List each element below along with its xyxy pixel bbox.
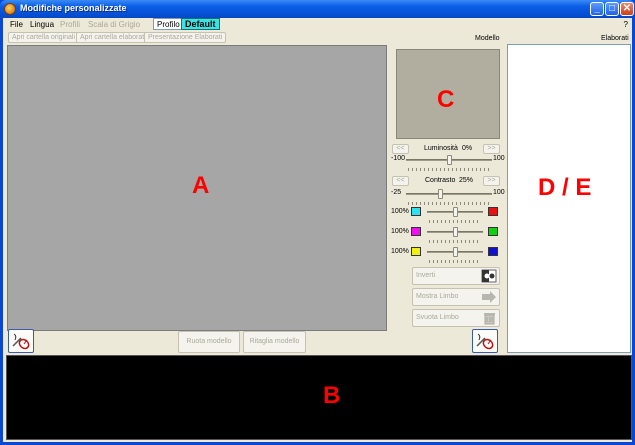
- channel-1-right-swatch: [488, 207, 498, 216]
- arrow-right-icon: [482, 291, 496, 303]
- channel-2-slider[interactable]: [453, 227, 458, 237]
- minimize-button[interactable]: _: [590, 2, 604, 16]
- contrast-label: Contrasto: [425, 177, 456, 184]
- mouse-tool-left-button[interactable]: [8, 329, 34, 353]
- profile-label: Profilo: [153, 18, 184, 30]
- menu-file[interactable]: File: [10, 20, 23, 29]
- profile-value[interactable]: Default: [181, 18, 220, 30]
- app-icon: [4, 3, 16, 15]
- maximize-button[interactable]: □: [605, 2, 619, 16]
- region-label-b: B: [323, 382, 341, 409]
- title-bar[interactable]: Modifiche personalizzate _ □ ✕: [0, 0, 635, 18]
- contrast-min: -25: [391, 189, 402, 196]
- mouse-tool-right-button[interactable]: [472, 329, 498, 353]
- channel-1-value: 100%: [391, 208, 409, 215]
- brightness-min: -100: [391, 155, 406, 162]
- mouse-icon: [476, 333, 494, 350]
- client-area: File Lingua Profili Scala di Grigio Prof…: [3, 18, 632, 442]
- channel-2-left-swatch: [411, 227, 421, 236]
- region-label-c: C: [437, 86, 455, 113]
- brightness-max: 100: [493, 155, 505, 162]
- contrast-increase-button[interactable]: >>: [483, 176, 500, 186]
- contrast-value: 25%: [459, 177, 474, 184]
- invert-icon: [481, 269, 497, 283]
- brightness-decrease-button[interactable]: <<: [392, 144, 409, 154]
- menu-help[interactable]: ?: [624, 20, 628, 29]
- contrast-slider[interactable]: [438, 189, 444, 199]
- channel-3-ticks: [429, 260, 481, 263]
- invert-button-label: Inverti: [416, 272, 436, 279]
- menu-scala-di-grigio[interactable]: Scala di Grigio: [88, 20, 140, 29]
- mouse-icon: [12, 333, 30, 350]
- show-limbo-button-label: Mostra Limbo: [416, 293, 459, 300]
- empty-limbo-button[interactable]: Svuota Limbo: [412, 309, 500, 327]
- output-panel: B: [6, 355, 632, 440]
- channel-3-left-swatch: [411, 247, 421, 256]
- brightness-value: 0%: [462, 145, 473, 152]
- invert-button[interactable]: Inverti: [412, 267, 500, 285]
- menu-profili[interactable]: Profili: [60, 20, 80, 29]
- model-label: Modello: [475, 35, 500, 42]
- brightness-label: Luminosità: [424, 145, 458, 152]
- channel-2-value: 100%: [391, 228, 409, 235]
- channel-3-value: 100%: [391, 248, 409, 255]
- brightness-ticks: [408, 168, 490, 171]
- channel-1-slider[interactable]: [453, 207, 458, 217]
- image-workspace-panel[interactable]: A: [7, 45, 387, 331]
- open-processed-folder-button[interactable]: Apri cartella elaborati: [76, 32, 150, 43]
- show-limbo-button[interactable]: Mostra Limbo: [412, 288, 500, 306]
- channel-1-ticks: [429, 220, 481, 223]
- channel-2-right-swatch: [488, 227, 498, 236]
- contrast-decrease-button[interactable]: <<: [392, 176, 409, 186]
- channel-3-slider[interactable]: [453, 247, 458, 257]
- channel-1-left-swatch: [411, 207, 421, 216]
- rotate-model-button[interactable]: Ruota modello: [178, 331, 240, 353]
- channel-2-ticks: [429, 240, 481, 243]
- brightness-increase-button[interactable]: >>: [483, 144, 500, 154]
- window-title: Modifiche personalizzate: [20, 3, 127, 13]
- model-preview-panel: C: [396, 49, 500, 139]
- channel-3-right-swatch: [488, 247, 498, 256]
- region-label-de: D / E: [538, 174, 592, 201]
- brightness-slider[interactable]: [447, 155, 452, 165]
- trash-icon: [484, 313, 495, 325]
- region-label-a: A: [192, 172, 210, 199]
- close-button[interactable]: ✕: [620, 2, 634, 16]
- crop-model-button[interactable]: Ritaglia modello: [243, 331, 306, 353]
- presentation-button[interactable]: Presentazione Elaborati: [144, 32, 227, 43]
- processed-label: Elaborati: [601, 35, 629, 42]
- application-window: Modifiche personalizzate _ □ ✕ File Ling…: [0, 0, 635, 445]
- contrast-max: 100: [493, 189, 505, 196]
- open-original-folder-button[interactable]: Apri cartella originali: [8, 32, 80, 43]
- empty-limbo-button-label: Svuota Limbo: [416, 314, 459, 321]
- contrast-ticks: [408, 202, 490, 205]
- contrast-track: [406, 193, 492, 195]
- menu-bar: File Lingua Profili Scala di Grigio Prof…: [3, 18, 632, 31]
- menu-lingua[interactable]: Lingua: [30, 20, 54, 29]
- processed-list-panel[interactable]: D / E: [507, 44, 631, 353]
